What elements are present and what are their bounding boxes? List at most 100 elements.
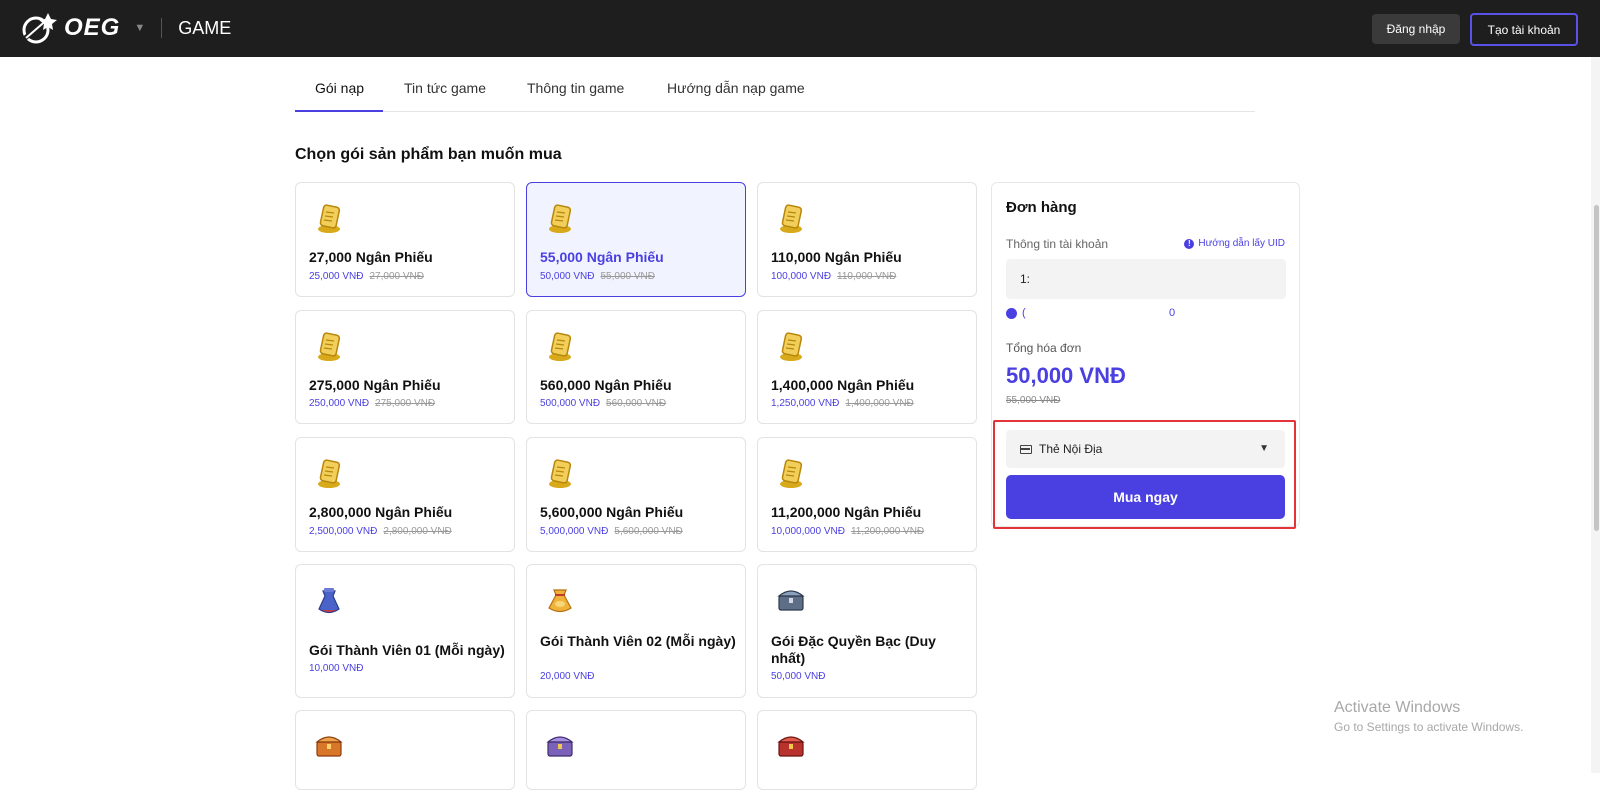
product-name: 27,000 Ngân Phiếu: [309, 249, 433, 265]
oeg-logo-icon: [22, 13, 57, 44]
red-chest-icon: [777, 736, 805, 757]
section-label: GAME: [178, 17, 232, 38]
chevron-down-icon: ▼: [1259, 443, 1269, 454]
pouch-icon: [318, 588, 340, 614]
original-price: 55,000 VNĐ: [600, 271, 655, 282]
total-amount: 50,000 VNĐ: [1006, 363, 1126, 388]
product-name: 2,800,000 Ngân Phiếu: [309, 504, 453, 520]
watermark-subtitle: Go to Settings to activate Windows.: [1334, 720, 1524, 734]
product-card[interactable]: Gói Thành Viên 02 (Mỗi ngày) 20,000 VNĐ: [526, 564, 746, 698]
verified-account-name: (: [1022, 307, 1026, 319]
watermark-title: Activate Windows: [1334, 699, 1461, 716]
product-name: Gói Thành Viên 01 (Mỗi ngày): [309, 642, 505, 658]
section-title: Chọn gói sản phẩm bạn muốn mua: [295, 146, 562, 163]
tab-game-news[interactable]: Tin tức game: [404, 80, 486, 96]
sale-price: 20,000 VNĐ: [540, 671, 595, 682]
original-price: 110,000 VNĐ: [837, 271, 897, 282]
sale-price: 50,000 VNĐ: [771, 671, 826, 682]
login-button[interactable]: Đăng nhập: [1372, 14, 1460, 44]
scroll-icon: [780, 332, 803, 361]
total-original-amount: 55,000 VNĐ: [1006, 395, 1061, 406]
product-card[interactable]: [526, 710, 746, 790]
logo-text: OEG: [64, 14, 121, 41]
product-price: 2,500,000 VNĐ 2,800,000 VNĐ: [309, 526, 452, 537]
sale-price: 1,250,000 VNĐ: [771, 398, 840, 409]
product-card[interactable]: Gói Thành Viên 01 (Mỗi ngày) 10,000 VNĐ: [295, 564, 515, 698]
product-price: 25,000 VNĐ 27,000 VNĐ: [309, 271, 424, 282]
original-price: 2,800,000 VNĐ: [383, 526, 452, 537]
product-price: 500,000 VNĐ 560,000 VNĐ: [540, 398, 666, 409]
product-card[interactable]: 560,000 Ngân Phiếu 500,000 VNĐ 560,000 VN…: [526, 310, 746, 424]
product-card[interactable]: 11,200,000 Ngân Phiếu 10,000,000 VNĐ 11,2…: [757, 437, 977, 552]
scroll-icon: [318, 459, 341, 488]
check-circle-icon: [1006, 308, 1017, 319]
product-name: 275,000 Ngân Phiếu: [309, 377, 441, 393]
purple-chest-icon: [546, 736, 574, 757]
product-price: 250,000 VNĐ 275,000 VNĐ: [309, 398, 435, 409]
product-price: 50,000 VNĐ: [771, 671, 825, 682]
product-name: 110,000 Ngân Phiếu: [771, 249, 902, 265]
uid-help-label: Hướng dẫn lấy UID: [1198, 238, 1285, 249]
product-price: 5,000,000 VNĐ 5,600,000 VNĐ: [540, 526, 683, 537]
account-verified-row: ( 0: [1006, 307, 1296, 321]
scroll-icon: [780, 204, 803, 233]
active-tab-indicator: [295, 110, 383, 112]
product-name: 11,200,000 Ngân Phiếu: [771, 504, 922, 520]
sale-price: 10,000,000 VNĐ: [771, 526, 845, 537]
chevron-down-icon[interactable]: ▼: [134, 22, 145, 34]
original-price: 11,200,000 VNĐ: [850, 526, 925, 537]
product-card[interactable]: 27,000 Ngân Phiếu 25,000 VNĐ 27,000 VNĐ: [295, 182, 515, 297]
product-card-selected[interactable]: 55,000 Ngân Phiếu 50,000 VNĐ 55,000 VNĐ: [526, 182, 746, 297]
brand-logo[interactable]: OEG ▼ GAME: [16, 11, 231, 45]
divider: [161, 18, 163, 38]
product-card[interactable]: 275,000 Ngân Phiếu 250,000 VNĐ 275,000 VN…: [295, 310, 515, 424]
original-price: 1,400,000 VNĐ: [845, 398, 914, 409]
product-price: 10,000,000 VNĐ 11,200,000 VNĐ: [771, 526, 924, 537]
product-card[interactable]: 110,000 Ngân Phiếu 100,000 VNĐ 110,000 VN…: [757, 182, 977, 297]
orange-chest-icon: [315, 736, 343, 757]
payment-method-label: Thẻ Nội Địa: [1039, 442, 1103, 456]
original-price: 560,000 VNĐ: [606, 398, 667, 409]
tab-topup-packages[interactable]: Gói nạp: [315, 80, 364, 96]
product-name: Gói Thành Viên 02 (Mỗi ngày): [540, 633, 736, 649]
scroll-icon: [549, 459, 572, 488]
buy-now-button[interactable]: Mua ngay: [1006, 475, 1285, 519]
product-name: 560,000 Ngân Phiếu: [540, 377, 672, 393]
silver-chest-icon: [777, 590, 805, 611]
uid-help-link[interactable]: ! Hướng dẫn lấy UID: [1184, 238, 1285, 249]
product-card[interactable]: 1,400,000 Ngân Phiếu 1,250,000 VNĐ 1,400,…: [757, 310, 977, 424]
uid-input[interactable]: [1006, 259, 1286, 299]
product-name: 5,600,000 Ngân Phiếu: [540, 504, 684, 520]
product-card[interactable]: [295, 710, 515, 790]
product-card[interactable]: Gói Đặc Quyền Bạc (Duy nhất) 50,000 VNĐ: [757, 564, 977, 698]
sale-price: 5,000,000 VNĐ: [540, 526, 609, 537]
scroll-icon: [780, 459, 803, 488]
register-button[interactable]: Tạo tài khoản: [1470, 13, 1578, 46]
sale-price: 500,000 VNĐ: [540, 398, 601, 409]
scroll-icon: [549, 332, 572, 361]
tab-game-info[interactable]: Thông tin game: [527, 80, 624, 96]
scroll-icon: [549, 204, 572, 233]
tab-topup-guide[interactable]: Hướng dẫn nạp game: [667, 80, 805, 96]
product-card[interactable]: 2,800,000 Ngân Phiếu 2,500,000 VNĐ 2,800,…: [295, 437, 515, 552]
payment-method-select[interactable]: Thẻ Nội Địa ▼: [1006, 430, 1285, 468]
sale-price: 250,000 VNĐ: [309, 398, 370, 409]
product-card[interactable]: [757, 710, 977, 790]
product-price: 1,250,000 VNĐ 1,400,000 VNĐ: [771, 398, 914, 409]
product-price: 50,000 VNĐ 55,000 VNĐ: [540, 271, 655, 282]
product-price: 100,000 VNĐ 110,000 VNĐ: [771, 271, 896, 282]
product-name: 1,400,000 Ngân Phiếu: [771, 377, 915, 393]
order-title: Đơn hàng: [1006, 199, 1077, 216]
product-price: 10,000 VNĐ: [309, 663, 363, 674]
original-price: 275,000 VNĐ: [375, 398, 436, 409]
product-card[interactable]: 5,600,000 Ngân Phiếu 5,000,000 VNĐ 5,600,…: [526, 437, 746, 552]
info-icon: !: [1184, 238, 1195, 249]
sale-price: 25,000 VNĐ: [309, 271, 364, 282]
sale-price: 50,000 VNĐ: [540, 271, 595, 282]
account-info-label: Thông tin tài khoản: [1006, 237, 1109, 251]
product-name: Gói Đặc Quyền Bạc (Duy nhất): [771, 633, 936, 666]
top-navigation-bar: OEG ▼ GAME Đăng nhập Tạo tài khoản: [0, 0, 1600, 57]
scrollbar-thumb[interactable]: [1594, 205, 1599, 531]
verified-account-id: 0: [1169, 307, 1176, 319]
total-label: Tổng hóa đơn: [1006, 341, 1082, 355]
